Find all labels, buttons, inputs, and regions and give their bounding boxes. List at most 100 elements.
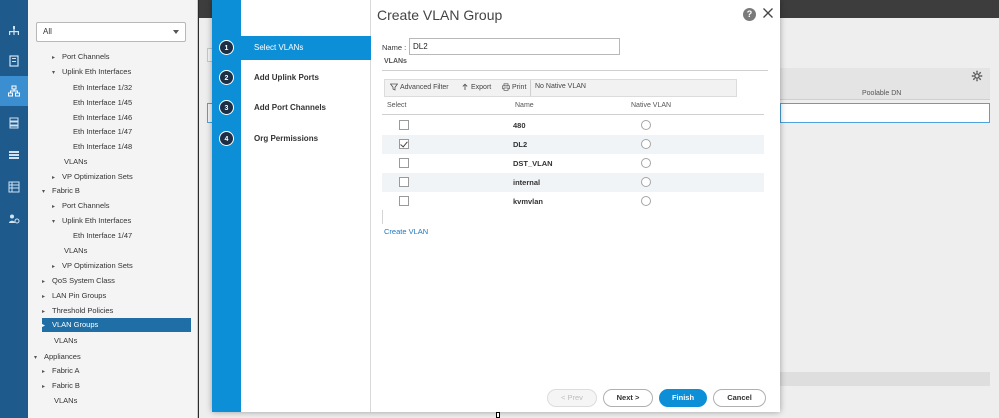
- expand-arrow-icon[interactable]: ▸: [52, 51, 62, 65]
- expand-arrow-icon[interactable]: ▾: [42, 185, 52, 199]
- tree-item-eth-1-45[interactable]: Eth Interface 1/45: [73, 96, 132, 110]
- next-button[interactable]: Next >: [603, 389, 653, 407]
- tree-item-vlans-a[interactable]: VLANs: [64, 155, 87, 169]
- tree-item-vlans-b[interactable]: VLANs: [64, 244, 87, 258]
- tree-item-lan-pin-groups[interactable]: ▸ LAN Pin Groups: [42, 289, 106, 303]
- create-vlan-link[interactable]: Create VLAN: [384, 227, 428, 236]
- expand-arrow-icon[interactable]: ▸: [42, 275, 52, 289]
- tree-item-fabric-b[interactable]: ▾ Fabric B: [42, 184, 80, 198]
- tree-item-eth-1-46[interactable]: Eth Interface 1/46: [73, 111, 132, 125]
- table-row[interactable]: kvmvlan: [382, 192, 764, 211]
- tree-item-vlans-lan[interactable]: VLANs: [54, 334, 77, 348]
- vlan-select-checkbox[interactable]: [399, 196, 409, 206]
- expand-arrow-icon[interactable]: ▸: [52, 260, 62, 274]
- expand-arrow-icon[interactable]: ▾: [52, 215, 62, 229]
- dialog-title: Create VLAN Group: [377, 7, 503, 23]
- native-vlan-radio[interactable]: [641, 196, 651, 206]
- tree-item-vp-optimization-sets-a[interactable]: ▸ VP Optimization Sets: [52, 170, 133, 184]
- table-row[interactable]: DST_VLAN: [382, 154, 764, 173]
- tree-item-appliances-fabric-a[interactable]: ▸ Fabric A: [42, 364, 80, 378]
- tree-item-appliances-vlans[interactable]: VLANs: [54, 394, 77, 408]
- wizard-step-org-permissions[interactable]: 4 Org Permissions: [219, 127, 371, 151]
- vlan-name: 480: [513, 121, 526, 130]
- prev-button[interactable]: < Prev: [547, 389, 597, 407]
- native-vlan-status: No Native VLAN: [535, 83, 586, 90]
- tree-item-threshold-policies[interactable]: ▸ Threshold Policies: [42, 304, 113, 318]
- native-vlan-radio[interactable]: [641, 139, 651, 149]
- advanced-filter-button[interactable]: Advanced Filter: [390, 83, 449, 91]
- column-header-select[interactable]: Select: [387, 102, 406, 109]
- tree-item-port-channels-b[interactable]: ▸ Port Channels: [52, 199, 110, 213]
- tree-item-label: LAN Pin Groups: [52, 291, 107, 300]
- expand-arrow-icon[interactable]: ▸: [42, 380, 52, 394]
- tree-item-eth-1-32[interactable]: Eth Interface 1/32: [73, 81, 132, 95]
- expand-arrow-icon[interactable]: ▸: [52, 200, 62, 214]
- tree-item-qos-system-class[interactable]: ▸ QoS System Class: [42, 274, 115, 288]
- expand-arrow-icon[interactable]: ▸: [42, 305, 52, 319]
- tree-item-vlan-groups[interactable]: ▸ VLAN Groups: [42, 318, 191, 332]
- tree-item-label: Threshold Policies: [52, 306, 114, 315]
- tree-item-eth-1-47-b[interactable]: Eth Interface 1/47: [73, 229, 132, 243]
- mouse-cursor-icon: [496, 412, 500, 418]
- wizard-step-add-uplink-ports[interactable]: 2 Add Uplink Ports: [219, 66, 371, 90]
- vlan-select-checkbox[interactable]: [399, 177, 409, 187]
- wizard-step-select-vlans[interactable]: 1 Select VLANs: [219, 36, 371, 60]
- help-icon[interactable]: ?: [743, 8, 756, 21]
- column-header-native-vlan[interactable]: Native VLAN: [631, 102, 671, 109]
- vlan-select-checkbox[interactable]: [399, 139, 409, 149]
- expand-arrow-icon[interactable]: ▸: [42, 290, 52, 304]
- vlan-table-header: Select Name Native VLAN: [382, 99, 764, 115]
- vlan-name: DST_VLAN: [513, 159, 553, 168]
- finish-button[interactable]: Finish: [659, 389, 707, 407]
- wizard-content: Create VLAN Group ? Name : VLANs Advance…: [372, 0, 780, 412]
- equipment-icon[interactable]: [0, 16, 28, 46]
- tree-item-port-channels-a[interactable]: ▸ Port Channels: [52, 50, 110, 64]
- servers-icon[interactable]: [0, 46, 28, 76]
- tree-item-appliances-fabric-b[interactable]: ▸ Fabric B: [42, 379, 80, 393]
- tree-item-uplink-eth-interfaces-b[interactable]: ▾ Uplink Eth Interfaces: [52, 214, 131, 228]
- print-icon: [502, 83, 510, 91]
- lan-icon[interactable]: [0, 76, 28, 106]
- native-vlan-radio[interactable]: [641, 120, 651, 130]
- wizard-step-add-port-channels[interactable]: 3 Add Port Channels: [219, 96, 371, 120]
- expand-arrow-icon[interactable]: ▸: [42, 319, 52, 333]
- storage-icon[interactable]: [0, 172, 28, 202]
- vlan-select-checkbox[interactable]: [399, 158, 409, 168]
- tree-item-uplink-eth-interfaces-a[interactable]: ▾ Uplink Eth Interfaces: [52, 65, 131, 79]
- close-icon[interactable]: [762, 7, 774, 19]
- expand-arrow-icon[interactable]: ▸: [42, 365, 52, 379]
- export-arrow-icon: [462, 83, 468, 90]
- name-input[interactable]: [409, 38, 620, 55]
- tree-item-appliances[interactable]: ▾ Appliances: [34, 350, 81, 364]
- tree-item-eth-1-47-a[interactable]: Eth Interface 1/47: [73, 125, 132, 139]
- tree-item-vp-optimization-sets-b[interactable]: ▸ VP Optimization Sets: [52, 259, 133, 273]
- advanced-filter-label: Advanced Filter: [400, 83, 449, 91]
- table-row[interactable]: internal: [382, 173, 764, 192]
- table-edge: [382, 210, 383, 224]
- tree-item-label: Fabric A: [52, 366, 80, 375]
- san-icon[interactable]: [0, 108, 28, 138]
- native-vlan-radio[interactable]: [641, 158, 651, 168]
- vm-icon[interactable]: [0, 140, 28, 170]
- expand-arrow-icon[interactable]: ▾: [34, 351, 44, 365]
- tree-item-eth-1-48[interactable]: Eth Interface 1/48: [73, 140, 132, 154]
- cancel-button[interactable]: Cancel: [713, 389, 766, 407]
- expand-arrow-icon[interactable]: ▾: [52, 66, 62, 80]
- background-column-label: Poolable DN: [862, 90, 902, 97]
- vlan-select-checkbox[interactable]: [399, 120, 409, 130]
- table-row[interactable]: DL2: [382, 135, 764, 154]
- native-vlan-radio[interactable]: [641, 177, 651, 187]
- tree-item-label: VLANs: [64, 246, 88, 255]
- admin-icon[interactable]: [0, 204, 28, 234]
- print-button[interactable]: Print: [502, 83, 526, 91]
- tree-filter-dropdown[interactable]: All: [36, 22, 186, 42]
- vlans-section-label: VLANs: [384, 58, 407, 65]
- table-row[interactable]: 480: [382, 116, 764, 135]
- export-button[interactable]: Export: [461, 83, 491, 91]
- column-header-name[interactable]: Name: [515, 102, 534, 109]
- step-label: Add Port Channels: [254, 103, 327, 112]
- expand-arrow-icon[interactable]: ▸: [52, 171, 62, 185]
- tree-item-label: Uplink Eth Interfaces: [62, 67, 132, 76]
- step-number-badge: 3: [219, 100, 234, 115]
- name-label: Name :: [382, 43, 407, 52]
